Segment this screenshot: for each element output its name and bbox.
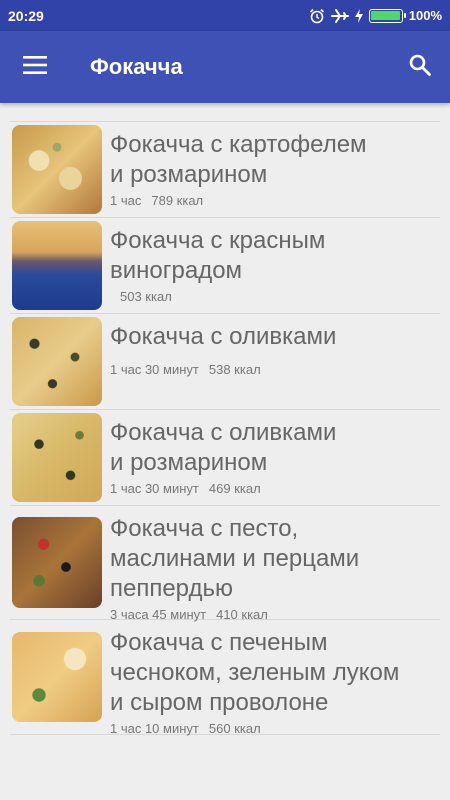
charging-icon (354, 8, 363, 23)
menu-icon (23, 55, 47, 80)
recipe-time: 1 час 30 минут (110, 481, 199, 496)
recipe-item[interactable]: Фокачча с оливками и розмарином 1 час 30… (10, 409, 440, 505)
search-button[interactable] (390, 31, 450, 103)
recipe-title: Фокачча с печеным (110, 629, 328, 656)
recipe-kcal: 503 ккал (120, 289, 172, 304)
recipe-time: 1 час (110, 193, 142, 208)
recipe-title: виноградом (110, 257, 243, 284)
recipe-title: Фокачча с картофелем (110, 131, 367, 158)
recipe-title: Фокачча с оливками (110, 419, 337, 446)
recipe-title: и розмарином (110, 161, 268, 188)
recipe-meta: 1 час 789 ккал (110, 193, 367, 208)
recipe-title: пеппердью (110, 575, 233, 602)
recipe-thumbnail (12, 413, 102, 502)
airplane-icon (330, 8, 349, 24)
recipe-meta: 1 час 30 минут 469 ккал (110, 481, 336, 496)
recipe-time: 1 час 30 минут (110, 362, 199, 377)
recipe-item[interactable]: Фокачча с песто, маслинами и перцами пеп… (10, 505, 440, 622)
recipe-thumbnail (12, 632, 102, 722)
recipe-kcal: 538 ккал (208, 362, 261, 377)
recipe-thumbnail (12, 221, 102, 310)
battery-icon (368, 8, 406, 23)
recipe-list: Фокачча с картофелем и розмарином 1 час 7… (10, 121, 440, 736)
status-time: 20:29 (8, 7, 44, 24)
recipe-title: и сыром проволоне (110, 689, 329, 716)
recipe-title: Фокачча с красным (110, 227, 326, 254)
recipe-item[interactable]: Фокачча с печеным чесноком, зеленым луко… (10, 619, 440, 736)
recipe-meta: 1 час 30 минут 538 ккал (110, 362, 336, 377)
alarm-icon (309, 8, 325, 24)
recipe-item[interactable]: Фокачча с картофелем и розмарином 1 час 7… (10, 121, 440, 217)
recipe-thumbnail (12, 125, 102, 214)
recipe-kcal: 560 ккал (208, 721, 261, 736)
recipe-title: Фокачча с оливками (110, 323, 337, 350)
recipe-item[interactable]: Фокачча с красным виноградом 503 ккал (10, 217, 440, 313)
status-bar: 20:29 100% (0, 0, 450, 31)
menu-button[interactable] (0, 31, 70, 103)
recipe-item[interactable]: Фокачча с оливками 1 час 30 минут 538 кка… (10, 313, 440, 409)
recipe-time: 1 час 10 минут (110, 721, 199, 736)
recipe-meta: 503 ккал (110, 289, 325, 304)
recipe-title: чесноком, зеленым луком (110, 659, 400, 686)
recipe-title: Фокачча с песто, (110, 515, 299, 542)
recipe-kcal: 789 ккал (151, 193, 204, 208)
app-bar: Фокачча (0, 31, 450, 103)
recipe-title: маслинами и перцами (110, 545, 360, 572)
search-icon (408, 53, 432, 82)
recipe-kcal: 469 ккал (208, 481, 261, 496)
recipe-title: и розмарином (110, 449, 268, 476)
battery-percent: 100% (408, 8, 442, 23)
recipe-thumbnail (12, 517, 102, 608)
status-icons: 100% (309, 8, 442, 24)
recipe-meta: 1 час 10 минут 560 ккал (110, 721, 399, 736)
recipe-thumbnail (12, 317, 102, 406)
page-title: Фокачча (90, 54, 183, 79)
